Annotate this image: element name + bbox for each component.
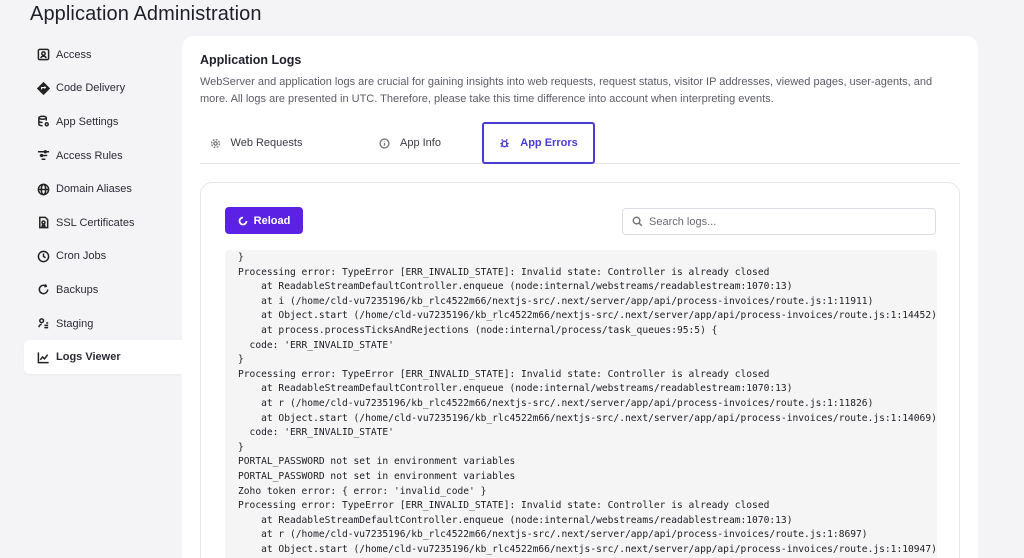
application-logs-card: Application Logs WebServer and applicati… xyxy=(182,36,978,558)
sidebar-item-staging[interactable]: Staging xyxy=(24,307,182,341)
sidebar-item-access[interactable]: Access xyxy=(24,38,182,72)
sidebar-item-label: SSL Certificates xyxy=(56,216,135,229)
tab-app-info[interactable]: App Info xyxy=(354,122,466,164)
log-line: at ReadableStreamDefaultController.enque… xyxy=(238,514,793,526)
log-line: } xyxy=(238,354,244,366)
log-line: Processing error: TypeError [ERR_INVALID… xyxy=(238,368,770,380)
refresh-icon xyxy=(238,216,248,225)
sidebar-item-label: Domain Aliases xyxy=(56,183,132,196)
log-line: Processing error: TypeError [ERR_INVALID… xyxy=(238,500,770,512)
sidebar-item-backups[interactable]: Backups xyxy=(24,273,182,307)
sidebar-item-label: Backups xyxy=(56,283,99,296)
search-icon xyxy=(632,216,643,227)
log-line: } xyxy=(238,441,244,453)
log-line: at ReadableStreamDefaultController.enque… xyxy=(238,281,793,293)
log-line: PORTAL_PASSWORD not set in environment v… xyxy=(238,470,516,482)
tab-web-requests[interactable]: Web Requests xyxy=(200,122,312,164)
log-line: at process.processTicksAndRejections (no… xyxy=(238,324,718,336)
log-line: } xyxy=(238,252,244,263)
gear-icon xyxy=(210,138,220,148)
sidebar-item-ssl-certificates[interactable]: SSL Certificates xyxy=(24,206,182,240)
staging-icon xyxy=(36,317,50,331)
clock-icon xyxy=(36,249,50,263)
certificate-icon xyxy=(36,216,50,230)
card-description: WebServer and application logs are cruci… xyxy=(200,76,933,105)
globe-icon xyxy=(36,182,50,196)
chart-line-icon xyxy=(36,350,50,364)
sidebar-item-label: Code Delivery xyxy=(56,82,126,95)
id-card-icon xyxy=(36,48,50,62)
tab-app-errors[interactable]: App Errors xyxy=(482,122,595,164)
tab-label: App Errors xyxy=(520,137,578,149)
sidebar-item-domain-aliases[interactable]: Domain Aliases xyxy=(24,172,182,206)
sidebar-item-label: Staging xyxy=(56,317,94,330)
search-box xyxy=(622,208,936,235)
refresh-icon xyxy=(36,283,50,297)
sidebar-item-label: Cron Jobs xyxy=(56,250,107,263)
sidebar-item-app-settings[interactable]: App Settings xyxy=(24,105,182,139)
page-title: Application Administration xyxy=(30,3,262,25)
log-line: at i (/home/cld-vu7235196/kb_rlc4522m66/… xyxy=(238,295,874,307)
sidebar-item-label: Access xyxy=(56,48,92,61)
sidebar-item-cron-jobs[interactable]: Cron Jobs xyxy=(24,240,182,274)
log-line: Processing error: TypeError [ERR_INVALID… xyxy=(238,266,770,278)
tab-label: App Info xyxy=(400,137,441,149)
log-output[interactable]: } Processing error: TypeError [ERR_INVALI… xyxy=(225,250,937,558)
sidebar: Access Code Delivery App Settings Access… xyxy=(24,38,182,374)
log-line: Zoho token error: { error: 'invalid_code… xyxy=(238,485,487,497)
log-line: at Object.start (/home/cld-vu7235196/kb_… xyxy=(238,412,937,424)
log-panel: Reload } Processing error: TypeError [ERR… xyxy=(200,182,960,558)
bug-icon xyxy=(500,138,509,147)
info-circle-icon xyxy=(379,137,390,149)
search-input[interactable] xyxy=(649,215,929,228)
log-line: PORTAL_PASSWORD not set in environment v… xyxy=(238,456,516,468)
diamond-arrow-icon xyxy=(36,81,50,95)
sidebar-item-code-delivery[interactable]: Code Delivery xyxy=(24,72,182,106)
reload-button[interactable]: Reload xyxy=(225,207,303,234)
sidebar-item-label: Access Rules xyxy=(56,149,123,162)
log-line: at r (/home/cld-vu7235196/kb_rlc4522m66/… xyxy=(238,529,868,541)
log-line: at ReadableStreamDefaultController.enque… xyxy=(238,383,793,395)
log-line: code: 'ERR_INVALID_STATE' xyxy=(238,339,394,351)
sidebar-item-logs-viewer[interactable]: Logs Viewer xyxy=(24,340,182,374)
sidebar-item-label: App Settings xyxy=(56,115,119,128)
log-tabs: Web Requests App Info App Errors xyxy=(200,122,960,164)
sidebar-item-label: Logs Viewer xyxy=(56,351,121,364)
log-line: code: 'ERR_INVALID_STATE' xyxy=(238,427,394,439)
database-gear-icon xyxy=(36,115,50,129)
sidebar-item-access-rules[interactable]: Access Rules xyxy=(24,139,182,173)
reload-label: Reload xyxy=(253,214,291,227)
log-line: at Object.start (/home/cld-vu7235196/kb_… xyxy=(238,310,937,322)
log-line: at r (/home/cld-vu7235196/kb_rlc4522m66/… xyxy=(238,397,874,409)
tab-label: Web Requests xyxy=(230,137,303,149)
card-title: Application Logs xyxy=(200,53,302,67)
filter-rules-icon xyxy=(36,149,50,163)
log-line: at Object.start (/home/cld-vu7235196/kb_… xyxy=(238,543,937,555)
